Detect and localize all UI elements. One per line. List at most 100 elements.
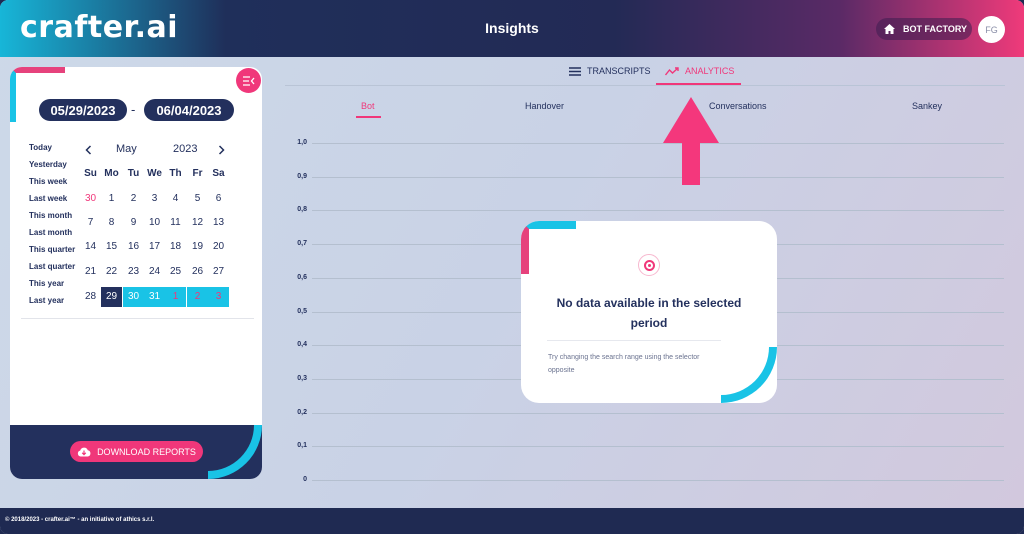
calendar-day[interactable]: 10	[144, 213, 165, 233]
calendar-day[interactable]: 14	[80, 237, 101, 257]
calendar-day[interactable]: 5	[187, 189, 208, 209]
preset-last-year[interactable]: Last year	[29, 296, 75, 313]
calendar-day[interactable]: 18	[165, 237, 186, 257]
download-reports-button[interactable]: DOWNLOAD REPORTS	[70, 441, 203, 462]
y-tick-label: 1,0	[297, 139, 307, 146]
calendar-day[interactable]: 15	[101, 237, 122, 257]
calendar-day[interactable]: 3	[208, 287, 229, 307]
empty-state-card: No data available in the selected period…	[521, 221, 777, 403]
calendar-day[interactable]: 6	[208, 189, 229, 209]
preset-yesterday[interactable]: Yesterday	[29, 160, 75, 177]
download-reports-label: DOWNLOAD REPORTS	[97, 446, 196, 457]
y-tick-label: 0	[303, 476, 307, 483]
weekday-su: Su	[84, 168, 97, 179]
calendar-day[interactable]: 17	[144, 237, 165, 257]
preset-last-month[interactable]: Last month	[29, 228, 75, 245]
calendar-day[interactable]: 1	[101, 189, 122, 209]
preset-last-quarter[interactable]: Last quarter	[29, 262, 75, 279]
collapse-filter-button[interactable]	[236, 68, 261, 93]
empty-state-subtitle: Try changing the search range using the …	[548, 354, 700, 374]
grid-line	[312, 210, 1004, 212]
y-tick-label: 0,1	[297, 442, 307, 450]
footer-arc-decoration	[208, 425, 262, 479]
calendar-day[interactable]: 4	[165, 189, 186, 209]
weekday-tu: Tu	[127, 168, 140, 179]
calendar-day[interactable]: 1	[165, 287, 186, 307]
calendar-day[interactable]: 13	[208, 213, 229, 233]
app-window: crafter.ai Insights BOT FACTORY FG DOWNL…	[0, 0, 1024, 534]
preset-this-quarter[interactable]: This quarter	[29, 245, 75, 262]
trending-icon	[665, 66, 679, 75]
page-footer: © 2018/2023 - crafter.ai™ - an initiativ…	[0, 508, 1024, 534]
subtab-bot[interactable]: Bot	[361, 101, 375, 111]
bot-factory-label: BOT FACTORY	[903, 24, 968, 34]
calendar-day[interactable]: 26	[187, 262, 208, 282]
calendar-day[interactable]: 22	[101, 262, 122, 282]
bot-factory-button[interactable]: BOT FACTORY	[876, 18, 972, 40]
calendar-day[interactable]: 16	[123, 237, 144, 257]
preset-this-year[interactable]: This year	[29, 279, 75, 296]
panel-divider	[21, 318, 254, 319]
chevron-left-icon[interactable]	[85, 145, 92, 155]
calendar-day[interactable]: 24	[144, 262, 165, 282]
calendar-day[interactable]: 3	[144, 189, 165, 209]
subtab-sankey[interactable]: Sankey	[912, 101, 942, 111]
tab-transcripts-label: TRANSCRIPTS	[587, 66, 651, 76]
y-tick-label: 0,9	[297, 172, 307, 180]
preset-this-week[interactable]: This week	[29, 177, 75, 194]
chevron-right-icon[interactable]	[218, 145, 225, 155]
calendar-day[interactable]: 30	[123, 287, 144, 307]
calendar-day[interactable]: 12	[187, 213, 208, 233]
calendar-day[interactable]: 2	[123, 189, 144, 209]
grid-line	[312, 412, 1004, 414]
y-tick-label: 0,6	[297, 273, 307, 281]
preset-this-month[interactable]: This month	[29, 211, 75, 228]
pointer-arrow-icon	[663, 97, 719, 185]
target-icon	[638, 254, 660, 276]
calendar-day[interactable]: 31	[144, 287, 165, 307]
calendar-day[interactable]: 29	[101, 287, 122, 307]
calendar-day[interactable]: 27	[208, 262, 229, 282]
date-to-field[interactable]: 06/04/2023	[144, 99, 234, 121]
y-tick-label: 0,8	[297, 206, 307, 214]
y-tick-label: 0,5	[297, 307, 307, 315]
calendar-day[interactable]: 23	[123, 262, 144, 282]
cloud-download-icon	[77, 447, 91, 456]
grid-line	[312, 480, 1004, 481]
calendar-day[interactable]: 9	[123, 213, 144, 233]
calendar-day[interactable]: 20	[208, 237, 229, 257]
calendar-day[interactable]: 25	[165, 262, 186, 282]
user-avatar[interactable]: FG	[978, 16, 1005, 43]
calendar-day[interactable]: 11	[165, 213, 186, 233]
date-from-field[interactable]: 05/29/2023	[39, 99, 127, 121]
subtab-handover[interactable]: Handover	[525, 101, 564, 111]
calendar-day[interactable]: 2	[187, 287, 208, 307]
top-header: crafter.ai Insights BOT FACTORY FG	[0, 0, 1024, 57]
copyright-text: © 2018/2023 - crafter.ai™ - an initiativ…	[5, 517, 155, 523]
calendar-day[interactable]: 30	[80, 189, 101, 209]
empty-state-divider	[547, 340, 721, 341]
calendar-year[interactable]: 2023	[173, 143, 197, 155]
list-icon	[569, 66, 581, 76]
grid-line	[312, 143, 1004, 144]
active-subtab-indicator	[356, 116, 381, 118]
tab-analytics-label: ANALYTICS	[685, 66, 735, 76]
y-tick-label: 0,7	[297, 240, 307, 248]
tab-transcripts[interactable]: TRANSCRIPTS	[569, 66, 651, 76]
preset-list: Today Yesterday This week Last week This…	[29, 143, 75, 313]
panel-footer: DOWNLOAD REPORTS	[10, 425, 262, 479]
calendar-day[interactable]: 8	[101, 213, 122, 233]
grid-line	[312, 446, 1004, 448]
y-tick-label: 0,2	[297, 408, 307, 416]
calendar-day[interactable]: 7	[80, 213, 101, 233]
corner-decoration	[521, 221, 576, 274]
menu-collapse-icon	[242, 75, 254, 86]
tab-analytics[interactable]: ANALYTICS	[665, 66, 734, 76]
home-icon	[884, 24, 895, 34]
calendar-day[interactable]: 28	[80, 287, 101, 307]
calendar-month[interactable]: May	[116, 143, 137, 155]
preset-last-week[interactable]: Last week	[29, 194, 75, 211]
calendar-day[interactable]: 19	[187, 237, 208, 257]
calendar-day[interactable]: 21	[80, 262, 101, 282]
preset-today[interactable]: Today	[29, 143, 75, 160]
